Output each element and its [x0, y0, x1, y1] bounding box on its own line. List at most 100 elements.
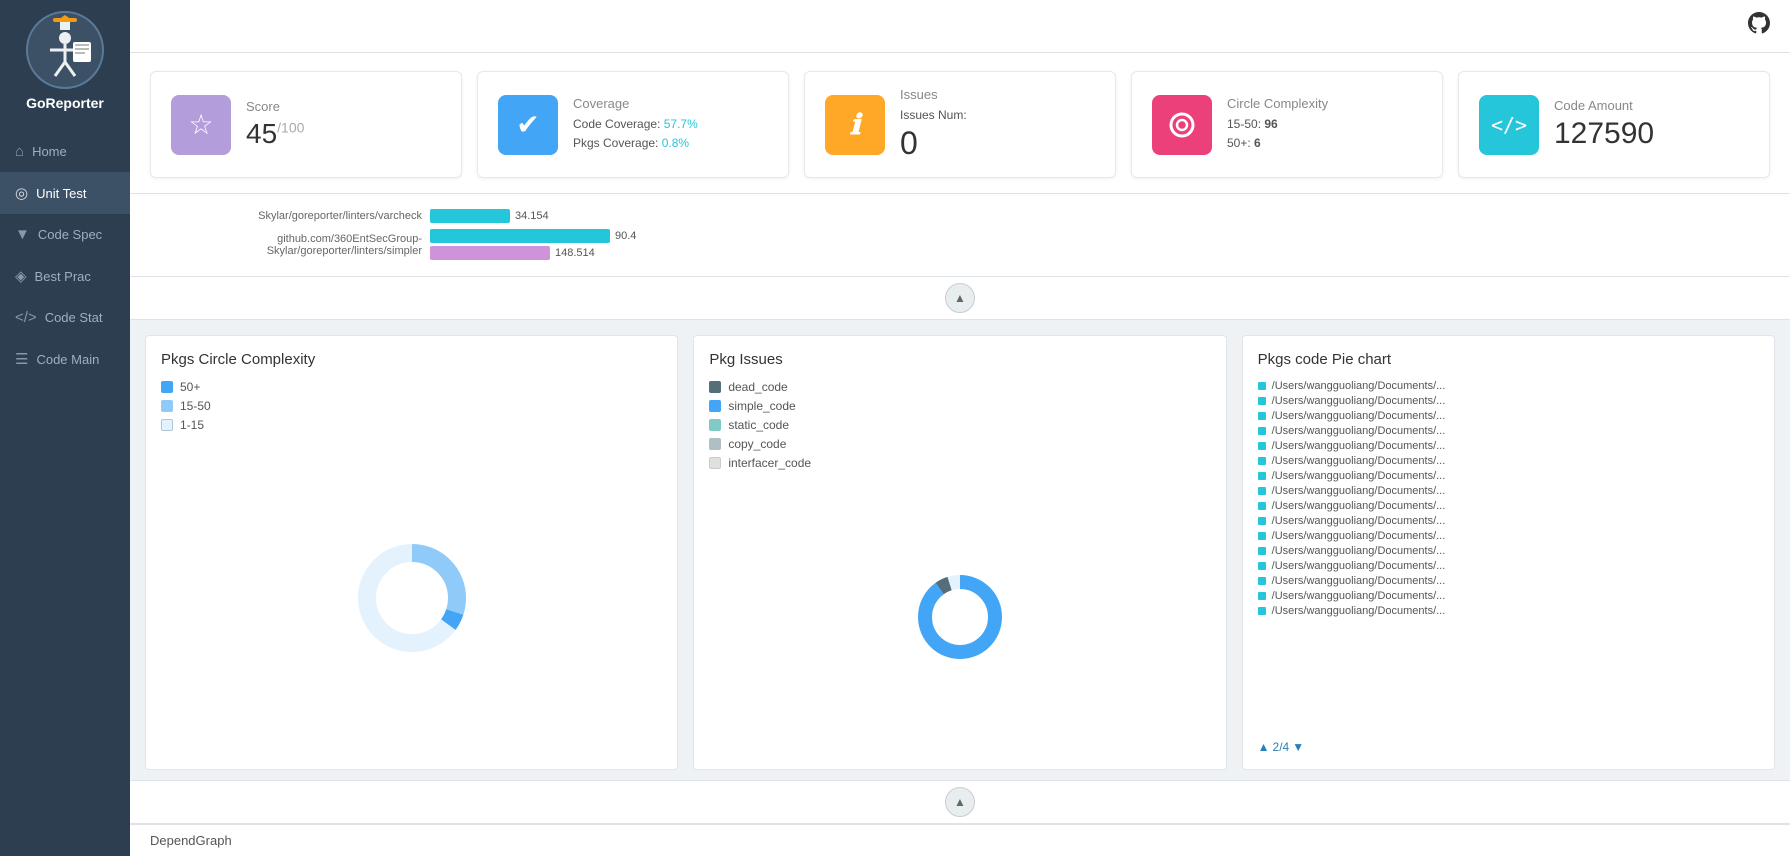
- score-body: Score 45/100: [246, 99, 304, 150]
- pie-list-dot: [1258, 382, 1266, 390]
- code-spec-icon: ▼: [15, 226, 30, 243]
- bar-label-1: Skylar/goreporter/linters/varcheck: [150, 210, 430, 222]
- pie-list-dot: [1258, 547, 1266, 555]
- score-card: ☆ Score 45/100: [150, 71, 462, 178]
- bar-2b: [430, 246, 550, 260]
- list-item: /Users/wangguoliang/Documents/...: [1258, 515, 1759, 527]
- panel-pkgs-code-pie-title: Pkgs code Pie chart: [1258, 351, 1759, 368]
- legend-item-dead-code: dead_code: [709, 380, 1210, 394]
- collapse-circle-top[interactable]: ▲: [945, 283, 975, 313]
- legend-dot-1-15: [161, 419, 173, 431]
- pie-list-dot: [1258, 577, 1266, 585]
- cards-row: ☆ Score 45/100 ✔ Coverage Code Coverage:…: [130, 53, 1790, 194]
- sidebar-item-best-prac[interactable]: ◈ Best Prac: [0, 255, 130, 297]
- sidebar-item-unit-test[interactable]: ◎ Unit Test: [0, 172, 130, 214]
- legend-dot-simple-code: [709, 400, 721, 412]
- legend-dot-50plus: [161, 381, 173, 393]
- code-amount-label: Code Amount: [1554, 98, 1654, 113]
- list-item: /Users/wangguoliang/Documents/...: [1258, 395, 1759, 407]
- bar-row-1: Skylar/goreporter/linters/varcheck 34.15…: [150, 209, 1770, 223]
- pie-list-dot: [1258, 532, 1266, 540]
- pagination-next-icon[interactable]: ▼: [1292, 740, 1304, 754]
- pie-list-dot: [1258, 502, 1266, 510]
- legend-circle-complexity: 50+ 15-50 1-15: [161, 380, 662, 432]
- collapse-circle-bottom[interactable]: ▲: [945, 787, 975, 817]
- code-main-icon: ☰: [15, 350, 28, 368]
- legend-label-50plus: 50+: [180, 380, 200, 394]
- legend-item-15-50: 15-50: [161, 399, 662, 413]
- pagination-text: 2/4: [1273, 740, 1290, 754]
- sidebar-item-code-spec-label: Code Spec: [38, 227, 102, 242]
- coverage-card: ✔ Coverage Code Coverage: 57.7% Pkgs Cov…: [477, 71, 789, 178]
- list-item: /Users/wangguoliang/Documents/...: [1258, 410, 1759, 422]
- panel-pkg-issues-title: Pkg Issues: [709, 351, 1210, 368]
- depend-graph-label: DependGraph: [150, 833, 232, 848]
- circle-complexity-card: Circle Complexity 15-50: 96 50+: 6: [1131, 71, 1443, 178]
- legend-item-copy-code: copy_code: [709, 437, 1210, 451]
- list-item: /Users/wangguoliang/Documents/...: [1258, 590, 1759, 602]
- list-item: /Users/wangguoliang/Documents/...: [1258, 500, 1759, 512]
- coverage-label: Coverage: [573, 96, 698, 111]
- panel-pkg-issues: Pkg Issues dead_code simple_code static_…: [693, 335, 1226, 770]
- bar-label-2: github.com/360EntSecGroup-Skylar/gorepor…: [150, 233, 430, 257]
- sidebar-item-unit-test-label: Unit Test: [36, 186, 86, 201]
- main-content: ☆ Score 45/100 ✔ Coverage Code Coverage:…: [130, 0, 1790, 856]
- coverage-body: Coverage Code Coverage: 57.7% Pkgs Cover…: [573, 96, 698, 153]
- legend-label-interfacer-code: interfacer_code: [728, 456, 811, 470]
- donut-svg-1: [352, 538, 472, 658]
- bar-2a: [430, 229, 610, 243]
- sidebar-item-code-spec[interactable]: ▼ Code Spec: [0, 214, 130, 255]
- issues-label: Issues: [900, 87, 967, 102]
- legend-item-simple-code: simple_code: [709, 399, 1210, 413]
- bar-container-1: 34.154: [430, 209, 549, 223]
- panel-pkgs-code-pie: Pkgs code Pie chart /Users/wangguoliang/…: [1242, 335, 1775, 770]
- legend-label-copy-code: copy_code: [728, 437, 786, 451]
- legend-label-15-50: 15-50: [180, 399, 211, 413]
- list-item: /Users/wangguoliang/Documents/...: [1258, 455, 1759, 467]
- legend-dot-15-50: [161, 400, 173, 412]
- sidebar-item-code-stat[interactable]: </> Code Stat: [0, 297, 130, 338]
- legend-label-simple-code: simple_code: [728, 399, 795, 413]
- list-item: /Users/wangguoliang/Documents/...: [1258, 575, 1759, 587]
- pie-list-dot: [1258, 472, 1266, 480]
- code-amount-card: </> Code Amount 127590: [1458, 71, 1770, 178]
- bar-chart-area: Skylar/goreporter/linters/varcheck 34.15…: [150, 204, 1770, 271]
- app-title: GoReporter: [26, 95, 104, 111]
- issues-value: 0: [900, 125, 967, 162]
- issues-num-label: Issues Num:: [900, 106, 967, 125]
- sidebar-item-code-main-label: Code Main: [36, 352, 99, 367]
- pie-list-dot: [1258, 412, 1266, 420]
- bar-chart-section: Skylar/goreporter/linters/varcheck 34.15…: [130, 194, 1790, 277]
- legend-dot-dead-code: [709, 381, 721, 393]
- legend-item-static-code: static_code: [709, 418, 1210, 432]
- list-item: /Users/wangguoliang/Documents/...: [1258, 380, 1759, 392]
- legend-label-1-15: 1-15: [180, 418, 204, 432]
- collapse-btn-bottom: ▲: [130, 781, 1790, 824]
- sidebar-item-code-main[interactable]: ☰ Code Main: [0, 338, 130, 380]
- home-icon: ⌂: [15, 143, 24, 160]
- github-icon[interactable]: [1748, 12, 1770, 40]
- bar-val-1: 34.154: [515, 210, 549, 222]
- list-item: /Users/wangguoliang/Documents/...: [1258, 440, 1759, 452]
- sidebar-item-home[interactable]: ⌂ Home: [0, 131, 130, 172]
- panels-row: Pkgs Circle Complexity 50+ 15-50 1-15: [130, 320, 1790, 781]
- bar-row-2: github.com/360EntSecGroup-Skylar/gorepor…: [150, 229, 1770, 260]
- best-prac-icon: ◈: [15, 267, 27, 285]
- bar-val-2b: 148.514: [555, 247, 595, 259]
- list-item: /Users/wangguoliang/Documents/...: [1258, 545, 1759, 557]
- unit-test-icon: ◎: [15, 184, 28, 202]
- legend-pkg-issues: dead_code simple_code static_code copy_c…: [709, 380, 1210, 470]
- pie-list: /Users/wangguoliang/Documents/... /Users/…: [1258, 380, 1759, 732]
- panel-circle-complexity: Pkgs Circle Complexity 50+ 15-50 1-15: [145, 335, 678, 770]
- code-stat-icon: </>: [15, 309, 37, 326]
- pie-list-dot: [1258, 487, 1266, 495]
- list-item: /Users/wangguoliang/Documents/...: [1258, 485, 1759, 497]
- pagination-prev-icon[interactable]: ▲: [1258, 740, 1270, 754]
- sidebar-nav: ⌂ Home ◎ Unit Test ▼ Code Spec ◈ Best Pr…: [0, 131, 130, 380]
- legend-item-50plus: 50+: [161, 380, 662, 394]
- list-item: /Users/wangguoliang/Documents/...: [1258, 560, 1759, 572]
- bar-container-2: 90.4 148.514: [430, 229, 636, 260]
- donut-svg-2: [910, 567, 1010, 667]
- coverage-icon: ✔: [498, 95, 558, 155]
- circle-complexity-body: Circle Complexity 15-50: 96 50+: 6: [1227, 96, 1328, 153]
